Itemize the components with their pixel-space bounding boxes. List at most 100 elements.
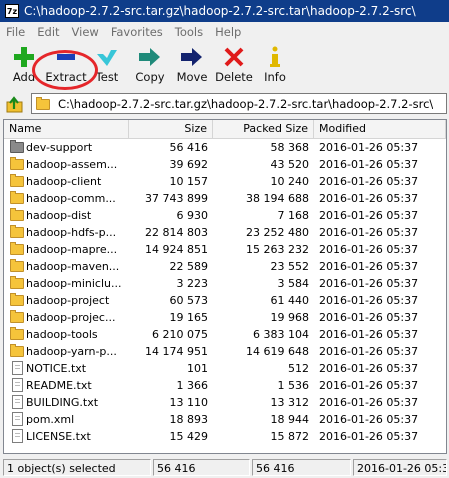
delete-x-icon	[224, 47, 244, 67]
text-file-icon	[12, 361, 23, 375]
file-size: 14 174 951	[145, 345, 208, 358]
info-icon	[270, 46, 280, 67]
delete-button[interactable]: Delete	[213, 44, 255, 90]
file-modified: 2016-01-26 05:37	[319, 328, 419, 341]
folder-icon	[10, 140, 24, 153]
info-button[interactable]: Info	[258, 44, 292, 90]
file-modified: 2016-01-26 05:37	[319, 396, 419, 409]
table-row[interactable]: hadoop-dist 6 930 7 168 2016-01-26 05:37	[4, 207, 446, 224]
folder-icon	[10, 276, 24, 289]
check-icon	[97, 50, 117, 66]
table-row[interactable]: NOTICE.txt 101 512 2016-01-26 05:37	[4, 360, 446, 377]
menu-favorites[interactable]: Favorites	[105, 25, 169, 39]
file-size: 19 165	[169, 311, 209, 324]
file-size: 15 429	[169, 430, 209, 443]
copy-button[interactable]: Copy	[130, 44, 170, 90]
file-packed-size: 6 383 104	[253, 328, 309, 341]
table-row[interactable]: README.txt 1 366 1 536 2016-01-26 05:37	[4, 377, 446, 394]
table-row[interactable]: hadoop-miniclu... 3 223 3 584 2016-01-26 05…	[4, 275, 446, 292]
table-row[interactable]: BUILDING.txt 13 110 13 312 2016-01-26 05:37	[4, 394, 446, 411]
table-row[interactable]: hadoop-mapre... 14 924 851 15 263 232 2016-…	[4, 241, 446, 258]
copy-label: Copy	[135, 70, 165, 84]
table-row[interactable]: hadoop-yarn-p... 14 174 951 14 619 648 2016…	[4, 343, 446, 360]
file-packed-size: 23 552	[270, 260, 310, 273]
table-row[interactable]: hadoop-assem... 39 692 43 520 2016-01-26 05…	[4, 156, 446, 173]
file-packed-size: 3 584	[277, 277, 310, 290]
file-packed-size: 19 968	[270, 311, 310, 324]
table-row[interactable]: hadoop-comm... 37 743 899 38 194 688 2016-0…	[4, 190, 446, 207]
status-modified: 2016-01-26 05:37	[353, 459, 447, 476]
table-row[interactable]: pom.xml 18 893 18 944 2016-01-26 05:37	[4, 411, 446, 428]
file-packed-size: 7 168	[277, 209, 310, 222]
file-packed-size: 10 240	[270, 175, 310, 188]
file-name: hadoop-tools	[26, 328, 98, 341]
file-modified: 2016-01-26 05:37	[319, 209, 419, 222]
file-size: 18 893	[169, 413, 209, 426]
copy-arrow-icon	[139, 48, 160, 66]
table-row[interactable]: dev-support 56 416 58 368 2016-01-26 05:37	[4, 139, 446, 156]
file-modified: 2016-01-26 05:37	[319, 430, 419, 443]
file-list[interactable]: Name Size Packed Size Modified dev-suppo…	[3, 119, 447, 454]
file-packed-size: 18 944	[270, 413, 310, 426]
file-size: 1 366	[176, 379, 209, 392]
text-file-icon	[12, 378, 23, 392]
file-name: hadoop-dist	[26, 209, 92, 222]
file-name: dev-support	[26, 141, 93, 154]
text-file-icon	[12, 395, 23, 409]
column-name[interactable]: Name	[4, 120, 129, 138]
status-size: 56 416	[153, 459, 250, 476]
folder-icon	[10, 327, 24, 340]
file-modified: 2016-01-26 05:37	[319, 413, 419, 426]
delete-label: Delete	[215, 70, 253, 84]
file-packed-size: 512	[288, 362, 309, 375]
folder-icon	[10, 174, 24, 187]
file-name: hadoop-client	[26, 175, 102, 188]
table-row[interactable]: hadoop-client 10 157 10 240 2016-01-26 05:3…	[4, 173, 446, 190]
file-name: hadoop-mapre...	[26, 243, 118, 256]
file-size: 39 692	[169, 158, 209, 171]
menu-file[interactable]: File	[0, 25, 31, 39]
table-row[interactable]: LICENSE.txt 15 429 15 872 2016-01-26 05:37	[4, 428, 446, 445]
7zip-app-icon[interactable]: 7z	[5, 4, 19, 18]
window-title: C:\hadoop-2.7.2-src.tar.gz\hadoop-2.7.2-…	[24, 4, 416, 18]
path-input[interactable]: C:\hadoop-2.7.2-src.tar.gz\hadoop-2.7.2-…	[31, 93, 447, 114]
file-size: 22 589	[169, 260, 209, 273]
file-size: 13 110	[169, 396, 209, 409]
move-button[interactable]: Move	[172, 44, 212, 90]
table-row[interactable]: hadoop-project 60 573 61 440 2016-01-26 05:…	[4, 292, 446, 309]
table-row[interactable]: hadoop-tools 6 210 075 6 383 104 2016-01-26…	[4, 326, 446, 343]
column-size[interactable]: Size	[129, 120, 213, 138]
file-rows: dev-support 56 416 58 368 2016-01-26 05:37 h…	[4, 139, 446, 445]
move-label: Move	[176, 70, 208, 84]
file-size: 37 743 899	[145, 192, 208, 205]
menu-tools[interactable]: Tools	[169, 25, 209, 39]
file-name: hadoop-miniclu...	[26, 277, 122, 290]
folder-icon	[10, 225, 24, 238]
column-modified[interactable]: Modified	[314, 120, 446, 138]
column-packed-size[interactable]: Packed Size	[213, 120, 314, 138]
menu-help[interactable]: Help	[209, 25, 247, 39]
table-row[interactable]: hadoop-projec... 19 165 19 968 2016-01-26 0…	[4, 309, 446, 326]
menu-view[interactable]: View	[66, 25, 105, 39]
file-packed-size: 1 536	[277, 379, 310, 392]
table-row[interactable]: hadoop-maven... 22 589 23 552 2016-01-26 05…	[4, 258, 446, 275]
folder-icon	[10, 344, 24, 357]
file-modified: 2016-01-26 05:37	[319, 141, 419, 154]
menu-edit[interactable]: Edit	[31, 25, 65, 39]
file-size: 3 223	[176, 277, 209, 290]
file-name: README.txt	[26, 379, 92, 392]
up-folder-icon[interactable]	[6, 95, 24, 113]
table-row[interactable]: hadoop-hdfs-p... 22 814 803 23 252 480 2016…	[4, 224, 446, 241]
plus-icon	[14, 47, 34, 67]
info-label: Info	[264, 70, 286, 84]
folder-icon	[10, 191, 24, 204]
menu-bar: File Edit View Favorites Tools Help	[0, 22, 449, 42]
file-size: 10 157	[169, 175, 209, 188]
move-arrow-icon	[181, 48, 202, 66]
file-name: hadoop-maven...	[26, 260, 120, 273]
file-name: hadoop-projec...	[26, 311, 116, 324]
folder-icon	[10, 157, 24, 170]
file-modified: 2016-01-26 05:37	[319, 192, 419, 205]
file-modified: 2016-01-26 05:37	[319, 294, 419, 307]
folder-icon	[10, 293, 24, 306]
